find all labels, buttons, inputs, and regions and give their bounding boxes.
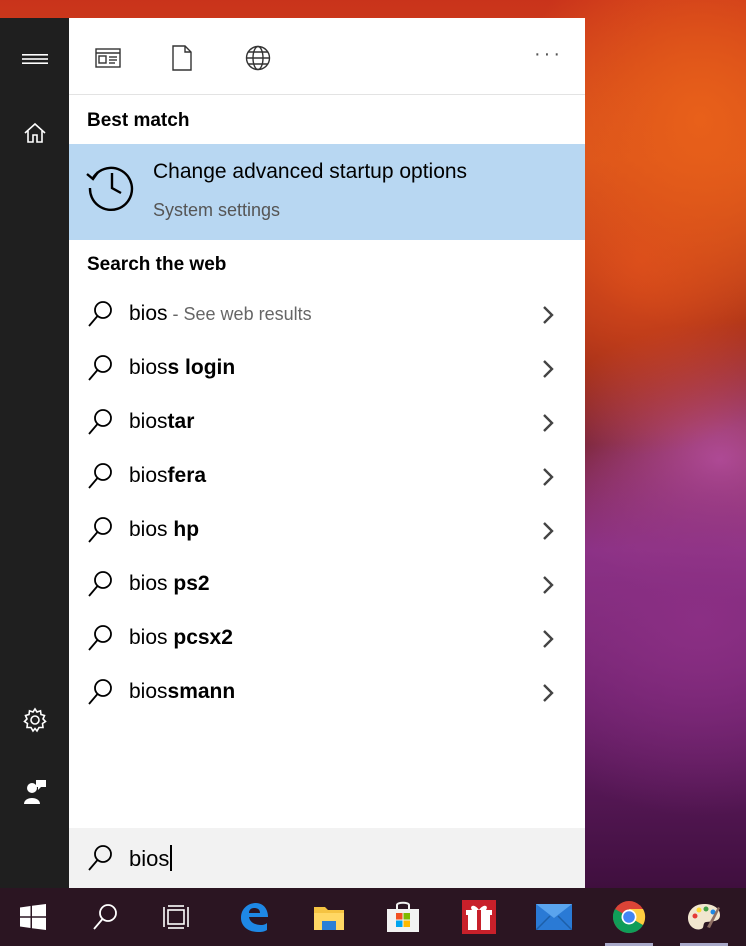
user-feedback-icon[interactable] bbox=[0, 768, 69, 816]
best-match-result[interactable]: Change advanced startup options System s… bbox=[69, 144, 585, 240]
chevron-right-icon[interactable] bbox=[541, 521, 555, 541]
web-result-row[interactable]: biostar bbox=[69, 396, 585, 450]
task-view-icon[interactable] bbox=[147, 888, 207, 946]
mail-icon[interactable] bbox=[524, 888, 584, 946]
search-icon bbox=[87, 844, 113, 872]
more-options-button[interactable]: ··· bbox=[534, 44, 563, 64]
web-result-row[interactable]: bios hp bbox=[69, 504, 585, 558]
web-result-row[interactable]: bios pcsx2 bbox=[69, 612, 585, 666]
web-result-completion: fera bbox=[167, 464, 207, 487]
chevron-right-icon[interactable] bbox=[541, 575, 555, 595]
search-input: bios bbox=[129, 845, 173, 872]
best-match-heading: Best match bbox=[87, 110, 190, 131]
search-icon bbox=[87, 408, 113, 436]
web-result-text: bios - See web results bbox=[129, 302, 312, 326]
search-query-text[interactable]: bios bbox=[129, 846, 169, 871]
globe-icon[interactable] bbox=[240, 40, 276, 76]
chevron-right-icon[interactable] bbox=[541, 629, 555, 649]
web-result-text: bios hp bbox=[129, 518, 199, 542]
web-result-query: bios bbox=[129, 680, 168, 703]
search-results-panel: ··· Best match Change advanced startup o… bbox=[69, 18, 585, 888]
web-result-completion: hp bbox=[167, 518, 200, 541]
web-result-text: biosfera bbox=[129, 464, 206, 488]
web-result-query: bios bbox=[129, 572, 168, 595]
gift-app-icon[interactable] bbox=[449, 888, 509, 946]
web-result-row[interactable]: biosfera bbox=[69, 450, 585, 504]
web-result-text: bios pcsx2 bbox=[129, 626, 233, 650]
search-icon bbox=[87, 462, 113, 490]
search-icon bbox=[87, 624, 113, 652]
web-result-query: bios bbox=[129, 302, 168, 325]
web-result-completion: s login bbox=[167, 356, 236, 379]
search-filter-bar: ··· bbox=[69, 18, 585, 95]
edge-browser-icon[interactable] bbox=[224, 888, 284, 946]
web-result-hint: - See web results bbox=[167, 304, 312, 324]
web-result-text: bioss login bbox=[129, 356, 235, 380]
search-web-heading: Search the web bbox=[87, 254, 227, 275]
settings-gear-icon[interactable] bbox=[0, 696, 69, 744]
search-box[interactable]: bios bbox=[69, 828, 585, 888]
web-result-completion: tar bbox=[167, 410, 195, 433]
web-result-row[interactable]: bios - See web results bbox=[69, 288, 585, 342]
search-icon[interactable] bbox=[75, 888, 135, 946]
web-result-row[interactable]: biossmann bbox=[69, 666, 585, 720]
best-match-title: Change advanced startup options bbox=[153, 160, 468, 183]
web-result-query: bios bbox=[129, 464, 168, 487]
microsoft-store-icon[interactable] bbox=[373, 888, 433, 946]
search-icon bbox=[87, 516, 113, 544]
paint-icon[interactable] bbox=[674, 888, 734, 946]
start-left-rail bbox=[0, 18, 69, 888]
chevron-right-icon[interactable] bbox=[541, 413, 555, 433]
web-result-query: bios bbox=[129, 356, 168, 379]
chrome-icon[interactable] bbox=[599, 888, 659, 946]
document-icon[interactable] bbox=[164, 40, 200, 76]
web-result-row[interactable]: bios ps2 bbox=[69, 558, 585, 612]
windows-start-icon[interactable] bbox=[3, 888, 63, 946]
web-result-completion: smann bbox=[167, 680, 236, 703]
search-icon bbox=[87, 678, 113, 706]
web-result-text: biossmann bbox=[129, 680, 235, 704]
search-icon bbox=[87, 300, 113, 328]
web-result-query: bios bbox=[129, 626, 168, 649]
taskbar bbox=[0, 888, 746, 946]
chevron-right-icon[interactable] bbox=[541, 467, 555, 487]
web-result-text: biostar bbox=[129, 410, 194, 434]
text-caret bbox=[170, 845, 173, 871]
file-explorer-icon[interactable] bbox=[299, 888, 359, 946]
history-clock-icon bbox=[85, 160, 137, 212]
web-result-query: bios bbox=[129, 518, 168, 541]
web-result-text: bios ps2 bbox=[129, 572, 210, 596]
hamburger-menu-icon[interactable] bbox=[0, 35, 69, 83]
best-match-subtitle: System settings bbox=[153, 200, 281, 220]
web-result-completion: ps2 bbox=[167, 572, 210, 595]
web-result-row[interactable]: bioss login bbox=[69, 342, 585, 396]
web-result-query: bios bbox=[129, 410, 168, 433]
chevron-right-icon[interactable] bbox=[541, 305, 555, 325]
chevron-right-icon[interactable] bbox=[541, 359, 555, 379]
home-icon[interactable] bbox=[0, 109, 69, 157]
web-result-completion: pcsx2 bbox=[167, 626, 233, 649]
search-icon bbox=[87, 570, 113, 598]
search-icon bbox=[87, 354, 113, 382]
app-window-icon[interactable] bbox=[90, 40, 126, 76]
chevron-right-icon[interactable] bbox=[541, 683, 555, 703]
